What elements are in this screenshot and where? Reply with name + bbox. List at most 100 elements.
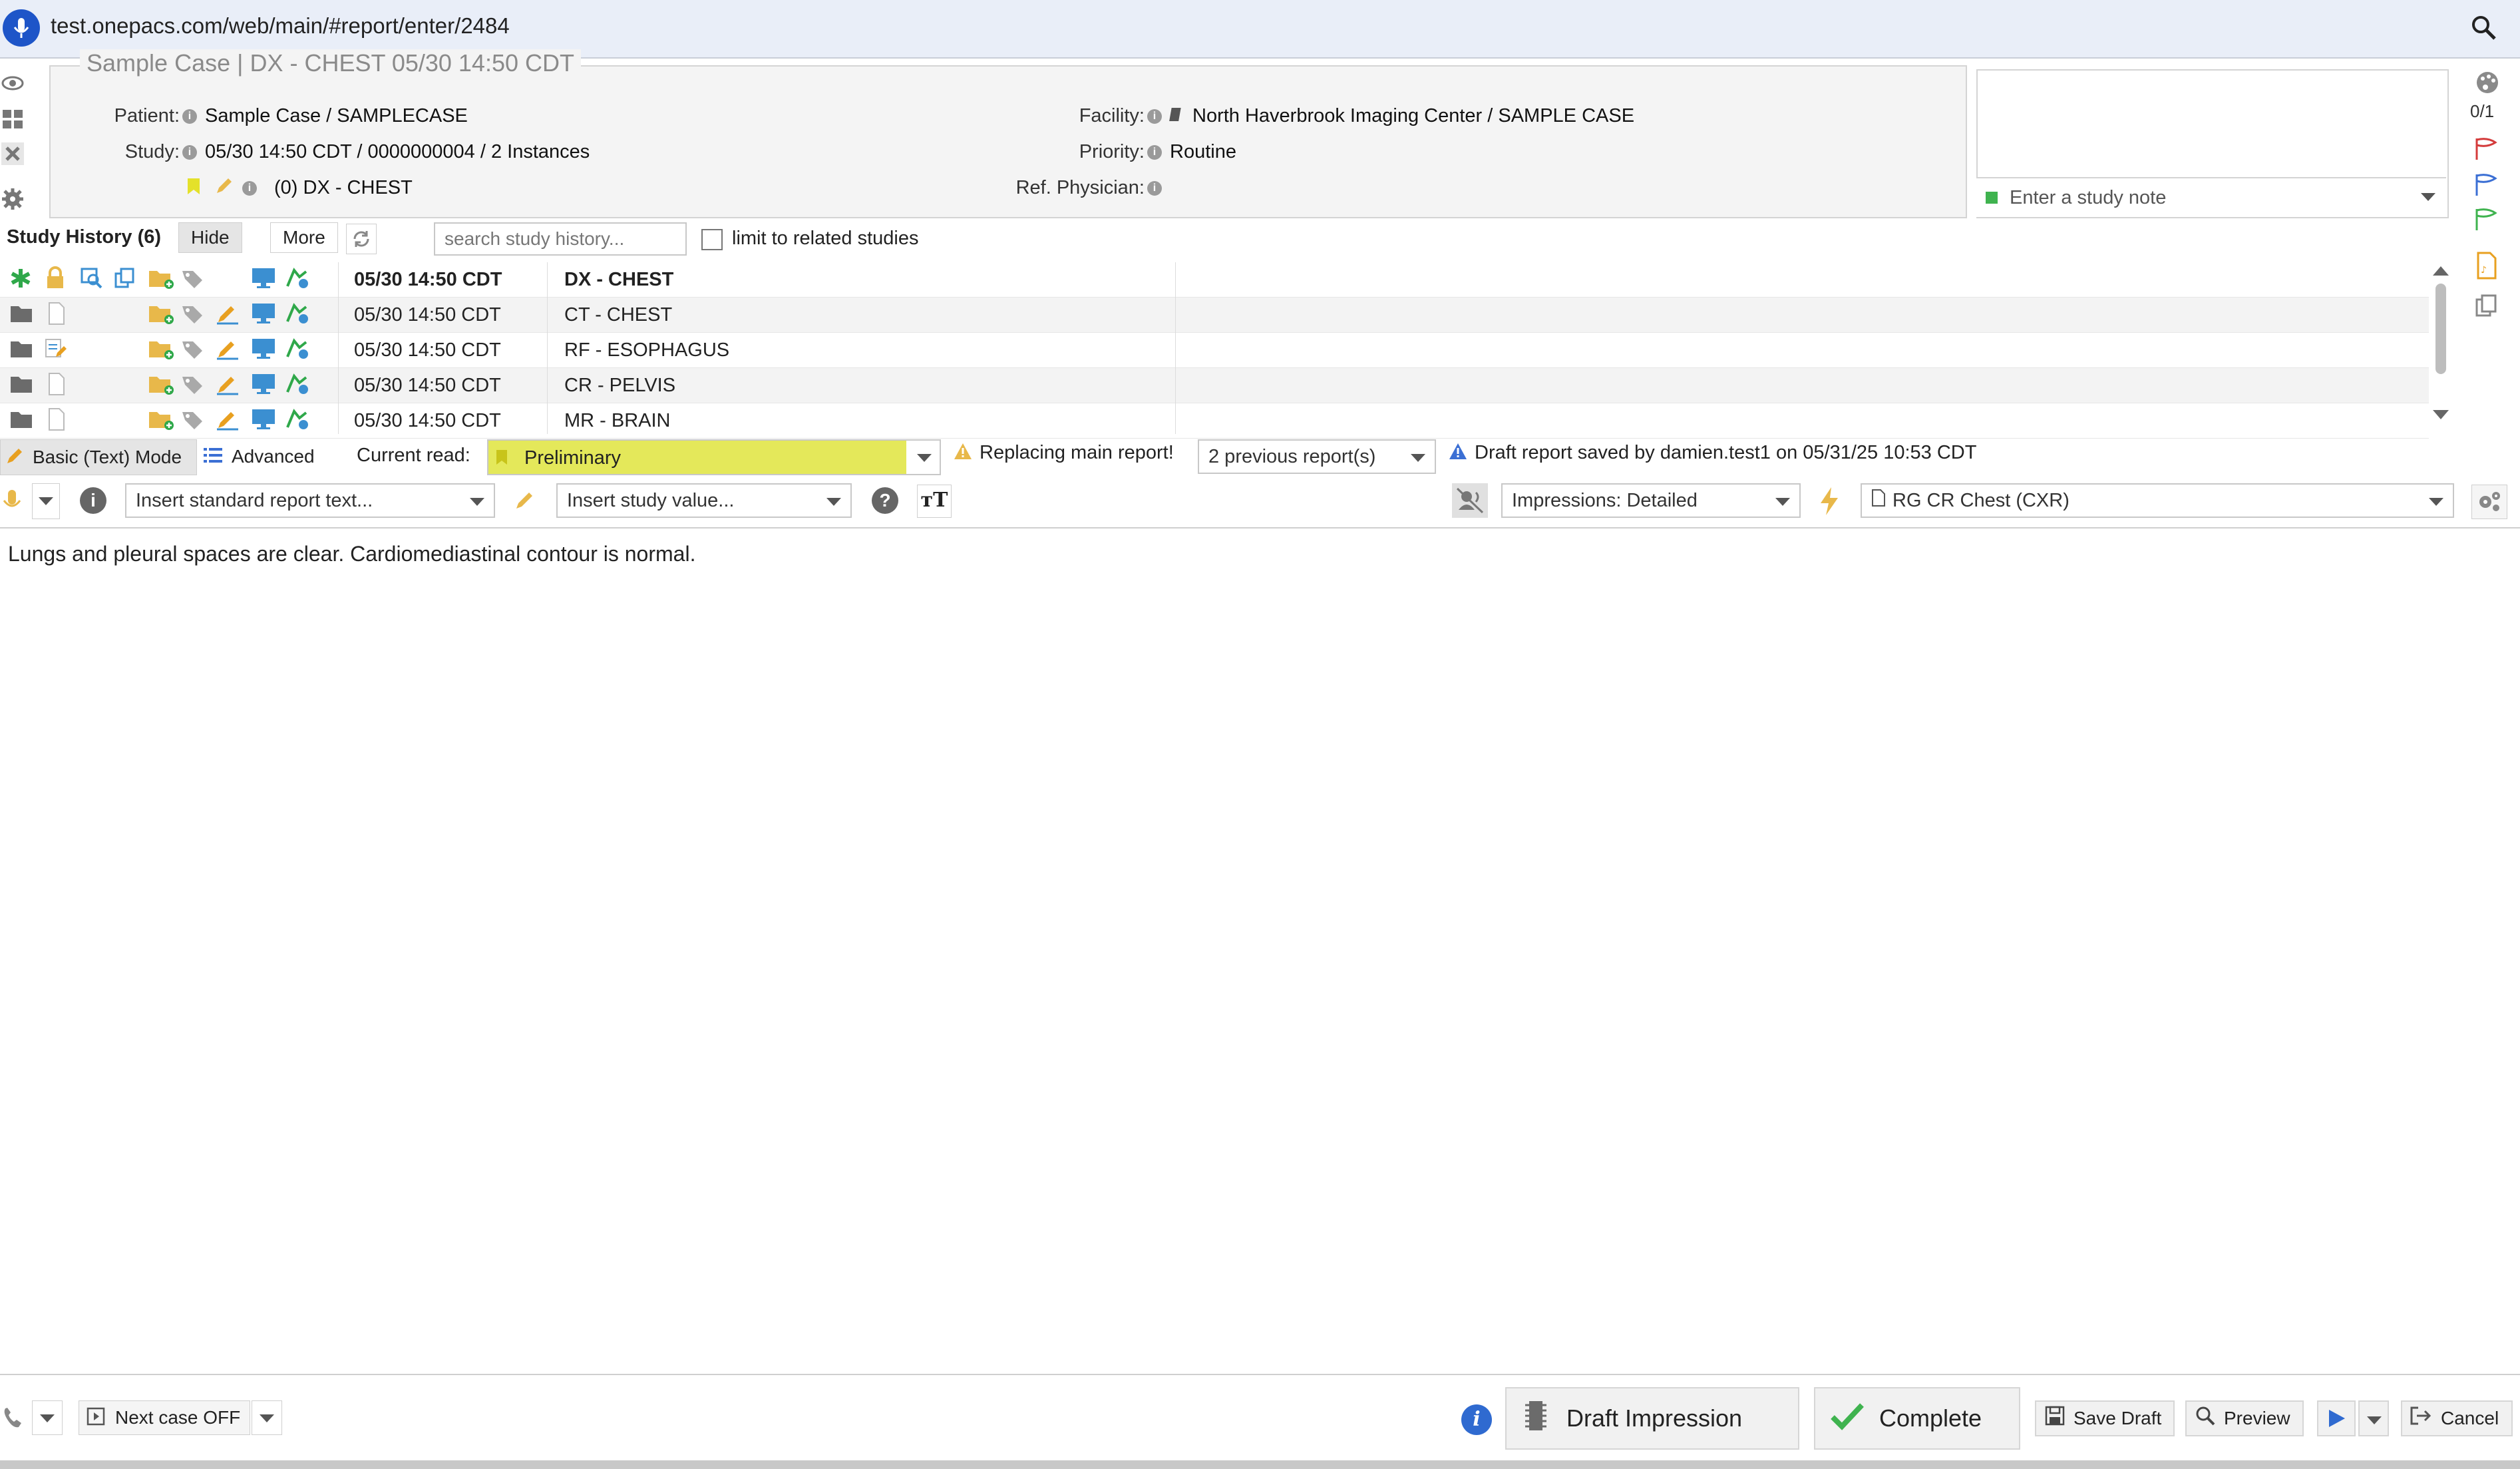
folder-icon[interactable] [9, 374, 33, 397]
folder-icon[interactable] [9, 304, 33, 327]
info-icon[interactable]: i [80, 487, 106, 514]
preview-button[interactable]: Preview [2185, 1400, 2304, 1436]
save-draft-button[interactable]: Save Draft [2035, 1400, 2175, 1436]
advanced-mode-tab[interactable]: Advanced [200, 439, 330, 474]
monitor-icon[interactable] [250, 372, 277, 399]
info-icon[interactable]: i [1147, 145, 1162, 160]
dictation-menu-button[interactable] [32, 483, 60, 519]
more-button[interactable]: More [270, 222, 338, 253]
microphone-icon[interactable] [3, 9, 40, 47]
report-editor[interactable]: Lungs and pleural spaces are clear. Card… [0, 527, 2520, 1375]
info-icon[interactable]: i [1147, 109, 1162, 124]
study-value-select[interactable]: Insert study value... [556, 483, 852, 518]
chevron-down-icon[interactable] [917, 454, 932, 462]
current-read-select[interactable]: Preliminary [487, 439, 941, 475]
scrollbar-thumb[interactable] [2435, 284, 2446, 374]
blue-flag-icon[interactable] [2473, 173, 2502, 200]
document-icon[interactable] [47, 372, 67, 399]
hide-button[interactable]: Hide [178, 222, 242, 253]
monitor-icon[interactable] [250, 302, 277, 329]
info-icon[interactable]: i [182, 109, 197, 124]
zoom-icon[interactable] [2471, 15, 2497, 41]
pencil-icon[interactable] [514, 490, 536, 515]
report-edit-icon[interactable] [44, 337, 68, 364]
copy-icon[interactable] [2473, 293, 2502, 324]
table-row[interactable]: 05/30 14:50 CDT MR - BRAIN [0, 403, 2429, 439]
tag-icon[interactable] [180, 337, 206, 363]
document-icon[interactable] [47, 302, 67, 329]
folder-add-icon[interactable] [148, 373, 174, 399]
draft-impression-button[interactable]: Draft Impression [1505, 1387, 1799, 1450]
audio-file-icon[interactable]: ♪ [2473, 252, 2502, 283]
settings-icon[interactable] [2471, 485, 2507, 519]
scroll-up-icon[interactable] [2433, 266, 2449, 276]
lightning-icon[interactable] [1813, 485, 1846, 517]
info-icon[interactable]: i [182, 145, 197, 160]
copy-icon[interactable] [113, 267, 137, 293]
previous-reports-select[interactable]: 2 previous report(s) [1198, 439, 1436, 474]
study-history-search[interactable]: search study history... [434, 222, 687, 256]
phone-icon[interactable] [0, 1400, 27, 1434]
bookmark-icon[interactable] [186, 177, 201, 199]
table-row[interactable]: 05/30 14:50 CDT RF - ESOPHAGUS [0, 333, 2429, 368]
route-icon[interactable] [283, 266, 310, 294]
monitor-icon[interactable] [250, 266, 277, 294]
route-icon[interactable] [283, 337, 310, 364]
basic-mode-tab[interactable]: Basic (Text) Mode [0, 439, 197, 475]
gear-icon[interactable] [1, 188, 24, 210]
complete-button[interactable]: Complete [1814, 1387, 2020, 1450]
text-size-icon[interactable]: ᴛT [917, 485, 952, 518]
eye-icon[interactable] [1, 72, 24, 95]
table-row[interactable]: 05/30 14:50 CDT CT - CHEST [0, 298, 2429, 333]
folder-add-icon[interactable] [148, 267, 174, 293]
help-icon[interactable]: ? [872, 487, 898, 514]
tag-icon[interactable] [180, 267, 206, 293]
study-note-input[interactable]: Enter a study note [1976, 177, 2446, 217]
url-text[interactable]: test.onepacs.com/web/main/#report/enter/… [51, 13, 510, 39]
report-text[interactable]: Lungs and pleural spaces are clear. Card… [8, 542, 695, 566]
monitor-icon[interactable] [250, 337, 277, 364]
info-icon[interactable]: i [1147, 181, 1162, 196]
next-case-toggle[interactable]: Next case OFF [79, 1400, 250, 1435]
template-select[interactable]: RG CR Chest (CXR) [1861, 483, 2454, 518]
green-flag-icon[interactable] [2473, 208, 2502, 235]
cancel-button[interactable]: Cancel [2401, 1400, 2513, 1436]
scroll-down-icon[interactable] [2433, 410, 2449, 419]
folder-icon[interactable] [9, 339, 33, 362]
voice-off-icon[interactable] [1452, 483, 1488, 518]
play-menu-button[interactable] [2358, 1400, 2389, 1436]
edit-icon[interactable] [214, 373, 241, 399]
play-button[interactable] [2317, 1400, 2356, 1436]
tag-icon[interactable] [180, 373, 206, 399]
limit-related-checkbox[interactable] [701, 229, 723, 250]
dictation-mic-icon[interactable] [0, 483, 27, 518]
pencil-icon[interactable] [214, 177, 233, 199]
folder-add-icon[interactable] [148, 337, 174, 363]
edit-icon[interactable] [214, 337, 241, 363]
route-icon[interactable] [283, 372, 310, 399]
impressions-select[interactable]: Impressions: Detailed [1501, 483, 1801, 518]
asterisk-icon[interactable] [9, 267, 32, 293]
red-flag-icon[interactable] [2473, 137, 2502, 164]
edit-icon[interactable] [214, 408, 241, 434]
edit-icon[interactable] [214, 302, 241, 328]
folder-add-icon[interactable] [148, 408, 174, 434]
standard-text-select[interactable]: Insert standard report text... [125, 483, 495, 518]
phone-menu-button[interactable] [32, 1400, 63, 1435]
refresh-icon[interactable] [346, 224, 377, 254]
tag-icon[interactable] [180, 302, 206, 328]
chevron-down-icon[interactable] [2421, 193, 2435, 201]
document-icon[interactable] [47, 407, 67, 435]
monitor-icon[interactable] [250, 407, 277, 435]
info-icon[interactable]: i [1461, 1404, 1492, 1435]
table-row[interactable]: 05/30 14:50 CDT CR - PELVIS [0, 368, 2429, 403]
palette-icon[interactable] [2473, 69, 2502, 99]
search-image-icon[interactable] [80, 267, 104, 293]
tag-icon[interactable] [180, 408, 206, 434]
route-icon[interactable] [283, 407, 310, 435]
table-scrollbar[interactable] [2433, 264, 2449, 431]
route-icon[interactable] [283, 302, 310, 329]
folder-add-icon[interactable] [148, 302, 174, 328]
folder-icon[interactable] [9, 409, 33, 433]
close-icon[interactable] [1, 142, 24, 165]
